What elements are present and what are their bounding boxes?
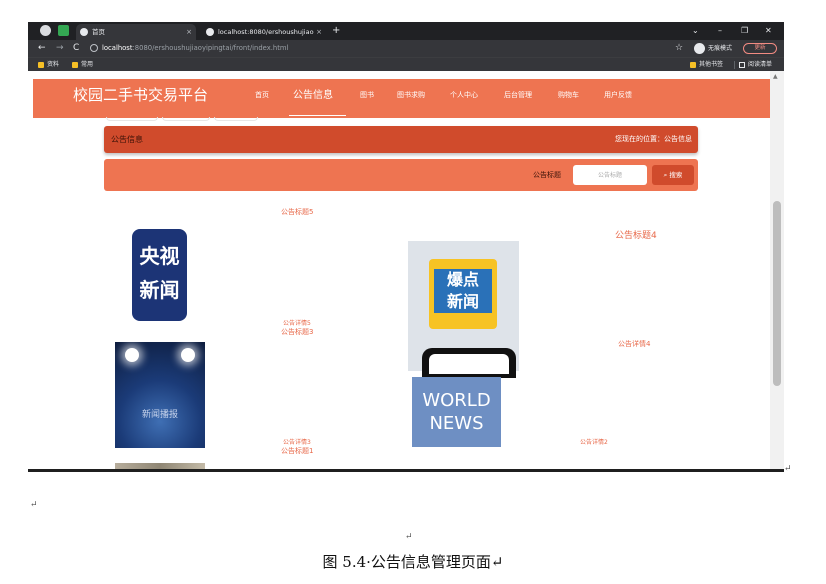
tab-search-icon[interactable]: ⌄ [692,24,699,38]
minimize-button[interactable]: – [718,24,722,38]
bookmark-folder[interactable]: 资料 [38,58,59,72]
browser-toolbar: ← → C localhost:8080/ershoushujiaoyiping… [28,40,784,57]
maximize-button[interactable]: ❐ [741,24,748,38]
search-bar: 公告标题 ⌕ 搜索 [104,159,698,191]
bookmark-label: 常用 [81,61,94,68]
bookmark-label: 阅读清单 [748,61,773,68]
close-window-button[interactable]: ✕ [765,24,772,38]
notice-title[interactable]: 公告标题1 [281,446,313,456]
tab-localhost[interactable]: localhost:8080/ershoushujiao × [202,24,326,40]
tab-label: localhost:8080/ershoushujiao [218,28,314,36]
url-text[interactable]: localhost:8080/ershoushujiaoyipingtai/fr… [102,42,288,55]
bookmark-folder[interactable]: 常用 [72,58,93,72]
spotlight [125,348,139,362]
new-tab-button[interactable]: + [332,24,340,38]
notice-title[interactable]: 公告标题5 [281,207,313,217]
image-text: WORLD [422,390,491,411]
browser-screenshot: 首页 × localhost:8080/ershoushujiao × + ⌄ … [28,22,784,472]
document-page: 首页 × localhost:8080/ershoushujiao × + ⌄ … [0,0,826,584]
back-button[interactable]: ← [38,42,46,55]
cctv-news-image[interactable]: 央视 新闻 [132,229,187,321]
nav-book-requests[interactable]: 图书求购 [397,79,425,112]
paragraph-mark: ↵ [405,532,413,542]
search-button[interactable]: ⌕ 搜索 [652,165,694,185]
image-text: 央视 [139,244,180,268]
close-icon[interactable]: × [316,24,322,40]
news-broadcast-image[interactable]: 新闻播报 [115,342,205,448]
web-page: 校园二手书交易平台 首页 公告信息 图书 图书求购 个人中心 后台管理 购物车 … [28,71,784,469]
nav-cart[interactable]: 购物车 [558,79,579,112]
nav-books[interactable]: 图书 [360,79,374,112]
bookmarks-bar: 资料 常用 其他书签 阅读清单 [28,57,784,71]
scroll-up-icon[interactable]: ▲ [773,73,778,80]
image-text: 新闻播报 [141,410,178,420]
update-button[interactable]: 更新 [743,43,777,54]
bookmark-label: 其他书签 [699,61,724,68]
taskbar [28,469,784,472]
figure-caption: 图 5.4·公告信息管理页面↵ [322,553,504,571]
reading-list-icon [739,62,745,68]
nav-home[interactable]: 首页 [255,79,269,112]
search-button-label: 搜索 [669,171,683,179]
bookmark-star-icon[interactable]: ☆ [675,42,683,55]
address-bar[interactable]: localhost:8080/ershoushujiaoyipingtai/fr… [90,42,670,55]
globe-icon [206,28,214,36]
other-bookmarks[interactable]: 其他书签 [690,58,723,72]
info-icon[interactable] [90,44,98,52]
carousel-tab [214,117,258,121]
folder-icon [38,62,44,68]
tab-label: 首页 [92,28,105,36]
paragraph-mark: ↵ [30,500,38,510]
image-text: 新闻 [139,278,180,302]
notice-detail: 公告详情5 [283,320,311,327]
nav-admin[interactable]: 后台管理 [504,79,532,112]
site-navbar: 校园二手书交易平台 首页 公告信息 图书 图书求购 个人中心 后台管理 购物车 … [33,79,774,118]
browser-menu-icon[interactable] [40,25,51,36]
active-nav-indicator [289,115,346,116]
folder-icon [690,62,696,68]
phone-screen [429,354,509,374]
reading-list[interactable]: 阅读清单 [739,58,772,72]
notice-title[interactable]: 公告标题3 [281,327,313,337]
tab-home[interactable]: 首页 × [76,24,196,40]
notice-detail: 公告详情4 [618,340,651,348]
close-icon[interactable]: × [186,24,192,40]
search-input[interactable] [573,165,647,185]
folder-icon [72,62,78,68]
notice-title[interactable]: 公告标题4 [615,228,657,241]
nav-user-center[interactable]: 个人中心 [450,79,478,112]
page-scrollbar[interactable]: ▲ [770,71,784,469]
image-text: 爆点 新闻 [434,269,492,313]
carousel-tab [106,117,158,121]
breadcrumb-location: 您现在的位置：公告信息 [615,135,692,143]
breadcrumb-title: 公告信息 [111,135,143,144]
breaking-news-image[interactable]: 爆点 新闻 [408,241,519,378]
incognito-label: 无痕模式 [708,45,733,52]
world-news-image[interactable]: WORLD NEWS [412,377,501,447]
image-text: NEWS [429,413,484,434]
site-title[interactable]: 校园二手书交易平台 [73,79,208,112]
globe-icon [80,28,88,36]
nav-feedback[interactable]: 用户反馈 [604,79,632,112]
reload-button[interactable]: C [73,42,79,55]
carousel-tab [162,117,210,121]
browser-tab-strip: 首页 × localhost:8080/ershoushujiao × + ⌄ … [28,22,784,40]
notice-detail: 公告详情3 [283,439,311,446]
spotlight [181,348,195,362]
search-label: 公告标题 [533,171,561,179]
sheets-icon[interactable] [58,25,69,36]
divider [734,61,735,69]
incognito-icon [694,43,705,54]
forward-button[interactable]: → [56,42,64,55]
incognito-indicator[interactable]: 无痕模式 [694,43,732,54]
nav-notices[interactable]: 公告信息 [293,79,333,112]
breadcrumb: 公告信息 您现在的位置：公告信息 [104,126,698,153]
bookmark-label: 资料 [47,61,60,68]
scroll-thumb[interactable] [773,201,781,386]
notice-detail: 公告详情2 [580,439,608,446]
paragraph-mark: ↵ [784,464,792,474]
